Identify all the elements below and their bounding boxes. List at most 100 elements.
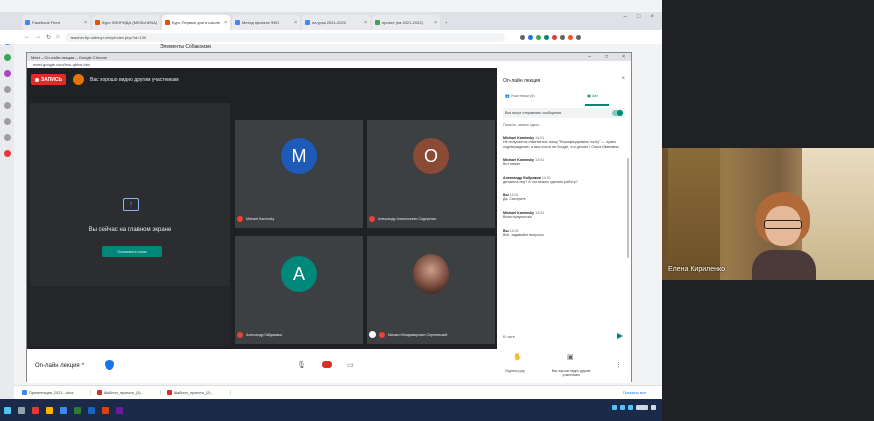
browser-tab-active[interactable]: Курс Первые дни в школе × (162, 15, 230, 30)
browser-tab[interactable]: Метод проекта ФКО × (232, 15, 300, 30)
meeting-title[interactable]: On-лайн лекция ^ (35, 363, 84, 369)
tab-participants[interactable]: 👥 Участники (6) (505, 93, 535, 98)
security-shield-icon[interactable] (105, 360, 114, 370)
pdf-file-icon (166, 390, 172, 395)
extension-icon[interactable] (551, 34, 557, 40)
language-icon[interactable] (628, 405, 633, 410)
back-icon[interactable]: ← (24, 34, 30, 40)
tab-favicon-icon (25, 20, 30, 25)
browser-tab[interactable]: проект (на 2021-2022) × (372, 15, 440, 30)
browser-tab[interactable]: на урок 2021-2022 × (302, 15, 370, 30)
browser-tab[interactable]: Facebook Feed × (22, 15, 90, 30)
close-tab-icon[interactable]: × (294, 20, 297, 26)
more-options-icon[interactable]: ⋮ (615, 361, 622, 369)
home-icon[interactable]: ⌂ (56, 34, 60, 40)
clock-tray[interactable] (636, 405, 648, 410)
raise-hand-label[interactable]: Поднять руку (495, 369, 535, 374)
volume-icon[interactable] (620, 405, 625, 410)
pin-icon[interactable] (369, 331, 376, 338)
tab-chat[interactable]: ▣ Чат (587, 93, 598, 98)
start-icon[interactable] (4, 406, 11, 414)
chat-scrollbar[interactable] (627, 158, 629, 258)
present-label[interactable]: Вас хорошо видно другим участникам (545, 369, 597, 377)
powerpoint-icon[interactable] (102, 406, 109, 414)
close-panel-icon[interactable]: × (621, 76, 625, 82)
star-icon[interactable] (519, 34, 525, 40)
participant-avatar: O (413, 138, 449, 174)
extensions-bar (519, 34, 581, 40)
chat-message: Michael Kaminsky 14:01 Вот пишет (503, 158, 545, 167)
browser-toolbar: ← → ↻ ⌂ teacher.ttp.udemy.ru/my/index.ph… (0, 30, 662, 44)
pdf-file-icon (96, 390, 102, 395)
extension-icon[interactable] (535, 34, 541, 40)
new-tab-button[interactable]: + (442, 15, 454, 30)
close-tab-icon[interactable]: × (159, 20, 160, 26)
player-icon[interactable] (3, 102, 11, 109)
screen: Facebook Feed× Курс ФЛОРИДА (МЕЛЬНИЧА)× … (0, 0, 874, 421)
maximize-icon[interactable]: □ (605, 54, 608, 60)
heart-icon[interactable] (3, 150, 11, 157)
camera-icon[interactable]: ▭ (347, 361, 354, 369)
participant-tile[interactable]: O Александр Анатольевич Сидоренко (367, 120, 495, 228)
microphone-icon[interactable]: 🎙 (297, 361, 306, 369)
minimize-icon[interactable]: – (624, 14, 627, 20)
reload-icon[interactable]: ↻ (46, 34, 51, 41)
system-tray (612, 405, 656, 410)
word-icon[interactable] (88, 406, 95, 414)
present-icon[interactable]: ▣ (567, 353, 574, 361)
chat-message: Александр Бобриков 14:01 делаем в ипу? А… (503, 175, 578, 184)
minimize-icon[interactable]: – (588, 54, 591, 60)
show-all-downloads-link[interactable]: Показать все (623, 391, 662, 395)
close-tab-icon[interactable]: × (84, 20, 87, 26)
download-item[interactable]: Шаблон_проекта_(2)... (166, 390, 231, 395)
chat-message: Michael Kaminsky 14:01 Всем получилось (503, 210, 545, 219)
background-door (668, 148, 720, 280)
self-view-area (30, 286, 230, 346)
opera-taskbar-icon[interactable] (32, 406, 39, 414)
search-icon[interactable] (18, 406, 25, 414)
raise-hand-icon[interactable]: ✋ (513, 353, 522, 361)
participant-tile[interactable]: A Александр Гайдамака (235, 236, 363, 344)
explorer-icon[interactable] (46, 406, 53, 414)
extension-icon[interactable] (543, 34, 549, 40)
close-tab-icon[interactable]: × (434, 20, 437, 26)
browser-window: Facebook Feed× Курс ФЛОРИДА (МЕЛЬНИЧА)× … (0, 0, 662, 421)
chat-input[interactable]: В чате (503, 332, 625, 341)
puzzle-icon[interactable] (559, 34, 565, 40)
participant-tile[interactable]: Михаил Владимирович Сергиевский (367, 236, 495, 344)
clock-icon[interactable] (3, 134, 11, 141)
close-tab-icon[interactable]: × (364, 20, 367, 26)
hang-up-button[interactable] (322, 361, 332, 368)
forward-icon[interactable]: → (35, 34, 41, 40)
browser-tabstrip: Facebook Feed× Курс ФЛОРИДА (МЕЛЬНИЧА)× … (0, 12, 662, 30)
webcam-panel: Елена Кириленко (662, 0, 874, 421)
profile-icon[interactable] (567, 34, 573, 40)
send-icon[interactable] (617, 333, 623, 339)
maximize-icon[interactable]: □ (637, 14, 641, 20)
download-item[interactable]: Шаблон_проекта_(3)... (96, 390, 161, 395)
stop-presenting-button[interactable]: Остановить показ (102, 246, 162, 257)
chrome-taskbar-icon[interactable] (60, 406, 67, 414)
menu-icon[interactable] (575, 34, 581, 40)
history-icon[interactable] (3, 86, 11, 93)
participant-tile[interactable]: M Michael Kaminsky (235, 120, 363, 228)
chat-message: Вы 14:01 Да. Смотрите (503, 193, 526, 202)
network-icon[interactable] (612, 405, 617, 410)
close-window-icon[interactable]: × (650, 14, 654, 20)
instagram-icon[interactable] (3, 70, 11, 77)
allow-messages-toggle[interactable] (612, 110, 623, 116)
browser-tab[interactable]: Курс ФЛОРИДА (МЕЛЬНИЧА)× (92, 15, 160, 30)
notifications-icon[interactable] (651, 405, 656, 410)
app-icon[interactable] (116, 406, 123, 414)
extension-icon[interactable] (527, 34, 533, 40)
download-item[interactable]: Презентация_2021...docx (22, 390, 91, 395)
close-tab-icon[interactable]: × (224, 20, 227, 26)
presentation-tile: ↑ Вы сейчас на главном экране Остановить… (30, 103, 230, 375)
close-window-icon[interactable]: × (622, 54, 625, 60)
excel-icon[interactable] (74, 406, 81, 414)
chat-message: Вы 14:01 Всё, задавайте вопросы (503, 228, 544, 237)
downloads-bar: Презентация_2021...docx Шаблон_проекта_(… (14, 385, 662, 399)
settings-icon[interactable] (3, 118, 11, 125)
address-bar[interactable]: teacher.ttp.udemy.ru/my/index.php?id=130 (64, 32, 505, 42)
whatsapp-icon[interactable] (3, 54, 11, 61)
